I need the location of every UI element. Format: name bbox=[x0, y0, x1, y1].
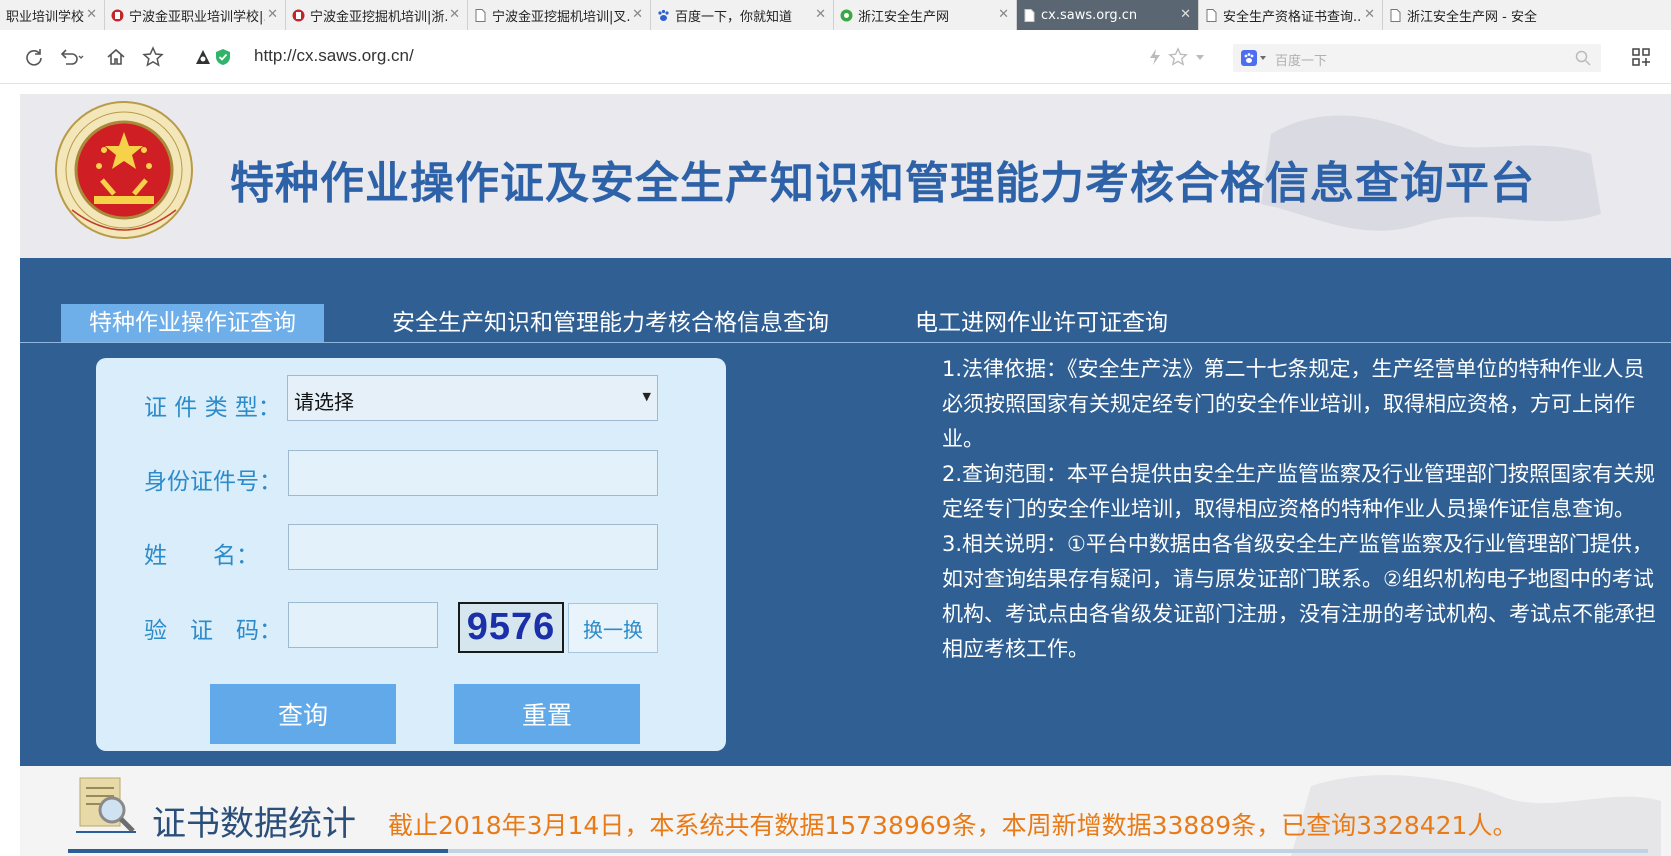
notes-section: 1.法律依据：《安全生产法》第二十七条规定，生产经营单位的特种作业人员必须按照国… bbox=[942, 352, 1664, 667]
search-placeholder: 百度一下 bbox=[1275, 54, 1328, 69]
nav-divider bbox=[20, 342, 1671, 343]
tab-title: 浙江安全生产网 bbox=[858, 9, 950, 25]
red-logo-icon bbox=[292, 9, 305, 22]
reset-button[interactable]: 重置 bbox=[454, 684, 640, 744]
stats-title: 证书数据统计 bbox=[152, 804, 356, 844]
secure-shield-icon bbox=[208, 42, 238, 72]
tab-electrician-license-query[interactable]: 电工进网作业许可证查询 bbox=[915, 304, 1168, 342]
safety-administration-emblem-icon bbox=[54, 100, 194, 240]
captcha-image[interactable]: 9576 bbox=[458, 602, 564, 653]
query-button[interactable]: 查询 bbox=[210, 684, 396, 744]
refresh-captcha-button[interactable]: 换一换 bbox=[568, 603, 658, 653]
address-bar-url[interactable]: http://cx.saws.org.cn/ bbox=[254, 46, 414, 66]
browser-tab[interactable]: 宁波金亚挖掘机培训|浙... ✕ bbox=[286, 0, 468, 30]
captcha-code: 9576 bbox=[466, 606, 556, 648]
tab-close-icon[interactable]: ✕ bbox=[998, 7, 1009, 23]
red-logo-icon bbox=[111, 9, 124, 22]
green-logo-icon bbox=[840, 9, 853, 22]
browser-tab[interactable]: 百度一下，你就知道 ✕ bbox=[651, 0, 834, 30]
name-label: 姓 名： bbox=[144, 543, 259, 569]
tab-close-icon[interactable]: ✕ bbox=[815, 7, 826, 23]
name-input[interactable] bbox=[288, 524, 658, 570]
browser-tab-active[interactable]: cx.saws.org.cn ✕ bbox=[1017, 0, 1199, 30]
search-icon[interactable] bbox=[1575, 50, 1591, 70]
search-box[interactable]: 百度一下 bbox=[1233, 44, 1601, 72]
query-panel: 特种作业操作证查询 安全生产知识和管理能力考核合格信息查询 电工进网作业许可证查… bbox=[20, 258, 1671, 766]
certificate-stats: 证书数据统计 截止2018年3月14日，本系统共有数据15738969条，本周新… bbox=[20, 766, 1671, 856]
tab-title: 百度一下，你就知道 bbox=[675, 9, 793, 25]
page-icon bbox=[1389, 8, 1402, 22]
site-header: 特种作业操作证及安全生产知识和管理能力考核合格信息查询平台 bbox=[20, 94, 1671, 258]
bookmark-star-icon[interactable] bbox=[138, 42, 168, 72]
note-legal-basis: 1.法律依据：《安全生产法》第二十七条规定，生产经营单位的特种作业人员必须按照国… bbox=[942, 357, 1645, 451]
id-number-input[interactable] bbox=[288, 450, 658, 496]
browser-tab[interactable]: 宁波金亚职业培训学校|... ✕ bbox=[105, 0, 286, 30]
page-icon bbox=[1023, 8, 1036, 22]
note-query-scope: 2.查询范围：本平台提供由安全生产监管监察及行业管理部门按照国家有关规定经专门的… bbox=[942, 462, 1656, 521]
tab-title: 安全生产资格证书查询... bbox=[1223, 9, 1362, 25]
cert-type-label: 证 件 类 型： bbox=[144, 395, 281, 421]
query-form: 证 件 类 型： 请选择 ▼ 身份证件号： 姓 名： 验 证 码： 9576 换… bbox=[96, 358, 726, 751]
page-icon bbox=[474, 8, 487, 22]
cert-type-select[interactable]: 请选择 ▼ bbox=[287, 375, 658, 421]
page-title: 特种作业操作证及安全生产知识和管理能力考核合格信息查询平台 bbox=[230, 158, 1535, 209]
browser-tab[interactable]: 浙江安全生产网 - 安全... bbox=[1383, 0, 1671, 30]
tab-title: cx.saws.org.cn bbox=[1041, 7, 1138, 23]
tab-close-icon[interactable]: ✕ bbox=[267, 7, 278, 23]
browser-tab[interactable]: 职业培训学校|... ✕ bbox=[0, 0, 105, 30]
id-number-label: 身份证件号： bbox=[144, 469, 282, 495]
tab-close-icon[interactable]: ✕ bbox=[1180, 7, 1191, 23]
home-icon[interactable] bbox=[101, 42, 131, 72]
tab-title: 宁波金亚职业培训学校|... bbox=[129, 9, 265, 25]
captcha-label: 验 证 码： bbox=[144, 618, 282, 644]
browser-toolbar: http://cx.saws.org.cn/ 百度一下 bbox=[0, 30, 1671, 84]
dropdown-arrow-icon: ▼ bbox=[642, 390, 651, 403]
tab-close-icon[interactable]: ✕ bbox=[632, 7, 643, 23]
magnifier-document-icon bbox=[76, 776, 148, 838]
baidu-paw-icon[interactable] bbox=[1241, 50, 1267, 70]
browser-tab[interactable]: 安全生产资格证书查询... ✕ bbox=[1199, 0, 1383, 30]
note-related-info: 3.相关说明：①平台中数据由各省级安全生产监管监察及行业管理部门提供，如对查询结… bbox=[942, 532, 1656, 661]
captcha-input[interactable] bbox=[288, 602, 438, 648]
tab-title: 浙江安全生产网 - 安全... bbox=[1407, 9, 1537, 25]
refresh-icon[interactable] bbox=[19, 42, 49, 72]
page-icon bbox=[1205, 8, 1218, 22]
browser-tab[interactable]: 浙江安全生产网 ✕ bbox=[834, 0, 1017, 30]
tab-close-icon[interactable]: ✕ bbox=[86, 7, 97, 23]
stats-summary: 截止2018年3月14日，本系统共有数据15738969条，本周新增数据3388… bbox=[388, 811, 1518, 840]
tab-safety-knowledge-query[interactable]: 安全生产知识和管理能力考核合格信息查询 bbox=[392, 304, 829, 342]
tab-title: 宁波金亚挖掘机培训|浙... bbox=[310, 9, 447, 25]
tab-close-icon[interactable]: ✕ bbox=[449, 7, 460, 23]
tab-close-icon[interactable]: ✕ bbox=[1364, 7, 1375, 23]
browser-tab-strip: 职业培训学校|... ✕ 宁波金亚职业培训学校|... ✕ 宁波金亚挖掘机培训|… bbox=[0, 0, 1671, 30]
cert-type-selected: 请选择 bbox=[294, 390, 354, 414]
undo-icon[interactable] bbox=[56, 42, 86, 72]
baidu-paw-icon bbox=[657, 9, 670, 22]
browser-tab[interactable]: 宁波金亚挖掘机培训|叉... ✕ bbox=[468, 0, 651, 30]
tab-special-operation-query[interactable]: 特种作业操作证查询 bbox=[61, 304, 324, 342]
chevron-down-icon[interactable] bbox=[1185, 42, 1215, 72]
menu-grid-icon[interactable] bbox=[1626, 42, 1656, 72]
stats-divider bbox=[68, 849, 1648, 853]
tab-title: 职业培训学校|... bbox=[6, 9, 84, 25]
tab-title: 宁波金亚挖掘机培训|叉... bbox=[492, 9, 630, 25]
